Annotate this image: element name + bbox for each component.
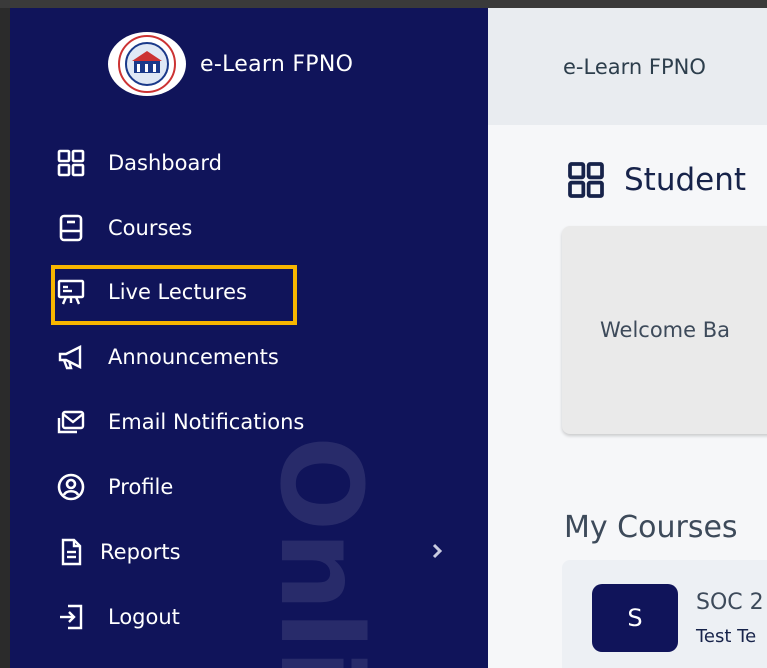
- sidebar-item-label: Live Lectures: [108, 280, 247, 304]
- course-code: SOC 2: [696, 590, 764, 615]
- sidebar-item-profile[interactable]: Profile: [56, 469, 173, 505]
- sidebar-item-label: Announcements: [108, 345, 279, 369]
- sidebar-item-label: Reports: [100, 540, 181, 564]
- watermark-text: Onli: [255, 436, 385, 668]
- book-icon: [56, 213, 90, 243]
- grid-icon: [56, 148, 90, 178]
- megaphone-icon: [56, 342, 90, 372]
- sidebar-item-live-lectures[interactable]: Live Lectures: [56, 274, 247, 310]
- top-bar: e-Learn FPNO: [488, 8, 767, 125]
- sidebar-item-logout[interactable]: Logout: [56, 599, 180, 635]
- school-logo: [108, 32, 186, 96]
- logout-icon: [56, 602, 90, 632]
- chevron-right-icon[interactable]: [426, 540, 448, 562]
- window-top-strip: [0, 0, 767, 8]
- sidebar-item-courses[interactable]: Courses: [56, 210, 192, 246]
- course-card[interactable]: S SOC 2 Test Te: [562, 560, 767, 668]
- course-subtitle: Test Te: [696, 626, 757, 647]
- seal-icon: [118, 35, 176, 93]
- sidebar-item-email-notifications[interactable]: Email Notifications: [56, 404, 304, 440]
- sidebar-item-label: Profile: [108, 475, 174, 499]
- welcome-text: Welcome Ba: [600, 318, 731, 342]
- sidebar-item-label: Email Notifications: [108, 410, 305, 434]
- sidebar-item-dashboard[interactable]: Dashboard: [56, 145, 222, 181]
- brand[interactable]: e-Learn FPNO: [108, 32, 353, 96]
- window-left-strip: [0, 8, 10, 668]
- mail-icon: [56, 407, 90, 437]
- sidebar-item-reports[interactable]: Reports: [56, 534, 181, 570]
- brand-title: e-Learn FPNO: [200, 51, 354, 77]
- sidebar-item-label: Courses: [108, 216, 193, 240]
- document-icon: [56, 537, 90, 567]
- header-title: e-Learn FPNO: [563, 55, 706, 79]
- grid-icon: [568, 162, 604, 198]
- section-title: Student: [624, 162, 747, 198]
- sidebar-item-label: Dashboard: [108, 151, 222, 175]
- main-content: e-Learn FPNO Student Welcome Ba My Cours…: [488, 8, 767, 668]
- sidebar: e-Learn FPNO Onli Dashboard Courses Live…: [10, 8, 488, 668]
- user-circle-icon: [56, 472, 90, 502]
- sidebar-item-announcements[interactable]: Announcements: [56, 339, 279, 375]
- course-avatar: S: [592, 584, 678, 652]
- my-courses-title: My Courses: [564, 510, 738, 545]
- section-header: Student: [566, 160, 746, 200]
- presentation-icon: [56, 277, 90, 307]
- welcome-card: Welcome Ba: [562, 226, 767, 434]
- sidebar-item-label: Logout: [108, 605, 180, 629]
